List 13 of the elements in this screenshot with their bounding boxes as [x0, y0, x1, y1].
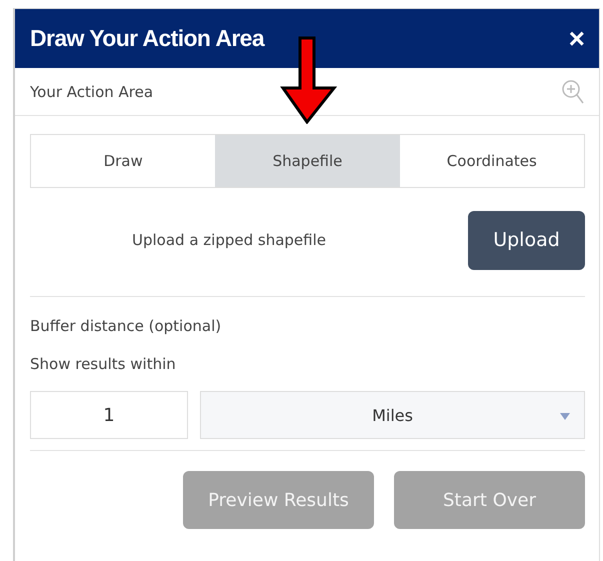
section-label: Your Action Area [30, 82, 154, 100]
unit-dropdown[interactable]: Miles [200, 391, 585, 439]
caret-icon [560, 413, 570, 420]
upload-label: Upload a zipped shapefile [131, 231, 327, 249]
field-label: Show results within [30, 355, 177, 373]
buffer-label: Buffer distance (optional) [30, 317, 222, 335]
zoom-in-icon[interactable] [561, 78, 585, 104]
tab[interactable]: Shapefile [215, 135, 400, 187]
window-title: Draw Your Action Area [30, 25, 264, 52]
close-button[interactable]: × [568, 24, 585, 52]
upload-button[interactable]: Upload [468, 210, 585, 270]
distance-field[interactable]: 1 [30, 391, 188, 439]
arrow-icon [280, 36, 338, 124]
